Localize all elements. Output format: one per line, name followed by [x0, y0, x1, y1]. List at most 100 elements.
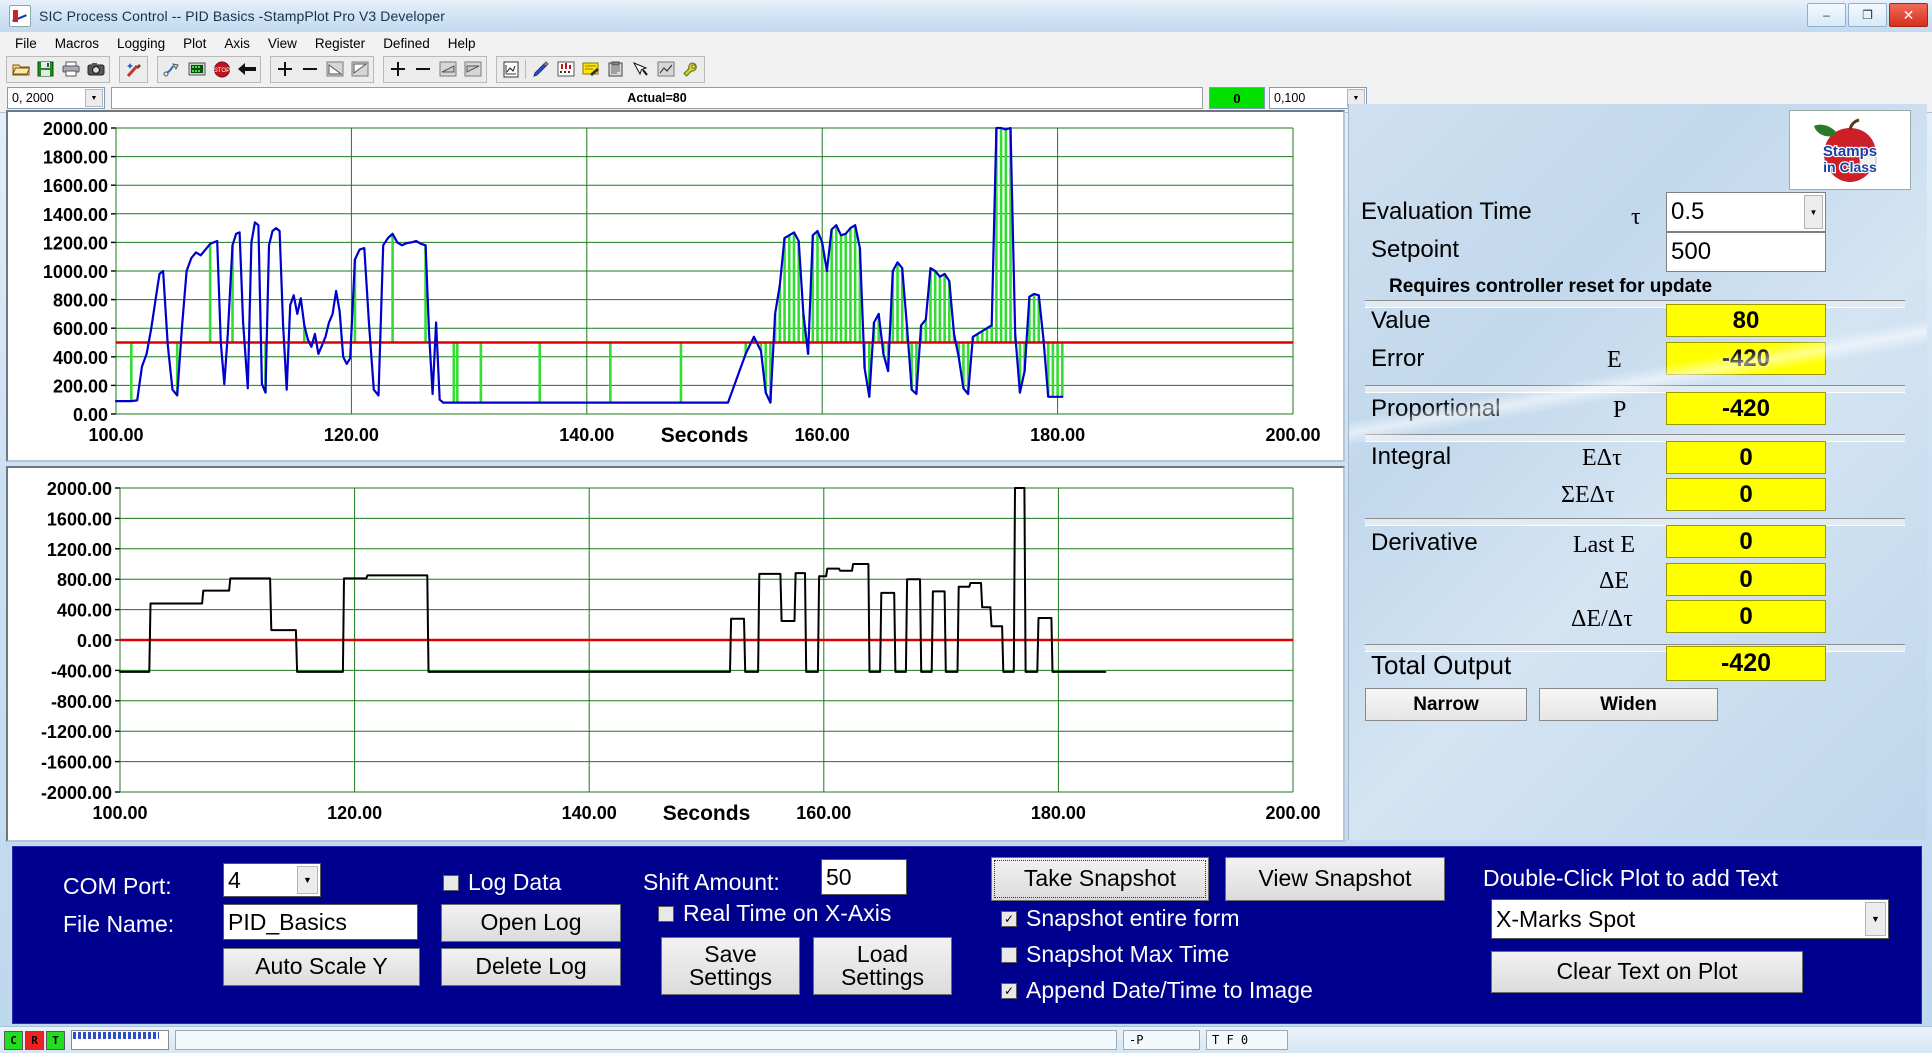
plus-icon[interactable] [272, 57, 297, 81]
toolbar-group-connect: STOP [157, 55, 261, 83]
app-icon [9, 5, 31, 27]
pointer-icon[interactable] [628, 57, 653, 81]
print-icon[interactable] [58, 57, 83, 81]
shift-right-icon[interactable] [460, 57, 485, 81]
svg-text:600.00: 600.00 [53, 319, 108, 339]
load-settings-button[interactable]: Load Settings [813, 937, 952, 995]
derivative-readout-3: 0 [1666, 600, 1826, 633]
menu-macros[interactable]: Macros [46, 34, 108, 53]
actual-readout: Actual=80 [111, 87, 1203, 109]
svg-text:120.00: 120.00 [324, 425, 379, 445]
close-button[interactable]: ✕ [1889, 3, 1928, 27]
wrench-icon[interactable] [678, 57, 703, 81]
menu-help[interactable]: Help [439, 34, 485, 53]
narrow-button[interactable]: Narrow [1365, 688, 1527, 721]
svg-text:120.00: 120.00 [327, 803, 382, 823]
real-time-checkbox[interactable]: Real Time on X-Axis [658, 900, 891, 927]
svg-text:180.00: 180.00 [1031, 803, 1086, 823]
maximize-button[interactable]: ❐ [1848, 3, 1887, 27]
terminal-icon[interactable] [184, 57, 209, 81]
integral-symbol-2: ΣEΔτ [1561, 482, 1615, 508]
camera-icon[interactable] [83, 57, 108, 81]
menu-axis[interactable]: Axis [215, 34, 259, 53]
real-time-label: Real Time on X-Axis [683, 900, 892, 926]
process-value-plot[interactable]: 0.00 200.00 400.00 600.00 800.00 1000.00 1200.… [6, 110, 1345, 462]
open-icon[interactable] [8, 57, 33, 81]
svg-text:200.00: 200.00 [1265, 425, 1320, 445]
setpoint-label: Setpoint [1371, 236, 1460, 263]
controller-output-plot[interactable]: -2000.00 -1600.00 -1200.00 -800.00 -400.00 0.… [6, 466, 1345, 842]
menu-defined[interactable]: Defined [374, 34, 439, 53]
chevron-down-icon[interactable]: ▼ [1865, 902, 1886, 936]
notes-icon[interactable] [578, 57, 603, 81]
wand-icon[interactable] [121, 57, 146, 81]
delete-log-button[interactable]: Delete Log [441, 948, 621, 986]
clear-text-button[interactable]: Clear Text on Plot [1491, 951, 1803, 993]
trend-icon[interactable] [653, 57, 678, 81]
svg-text:160.00: 160.00 [795, 425, 850, 445]
menu-view[interactable]: View [259, 34, 306, 53]
auto-scale-y-button[interactable]: Auto Scale Y [223, 948, 420, 986]
pid-parameters-panel: Stamps in Class Evaluation Time τ 0.5 ▼ … [1348, 104, 1927, 840]
clipboard-icon[interactable] [603, 57, 628, 81]
svg-text:1600.00: 1600.00 [47, 509, 112, 529]
chevron-down-icon[interactable]: ▼ [1804, 195, 1823, 229]
view-snapshot-button[interactable]: View Snapshot [1225, 857, 1445, 901]
open-log-button[interactable]: Open Log [441, 904, 621, 942]
text-mode-select[interactable]: X-Marks Spot ▼ [1491, 899, 1889, 939]
status-message [175, 1030, 1117, 1050]
marks-icon[interactable] [553, 57, 578, 81]
minimize-button[interactable]: – [1807, 3, 1846, 27]
toolbar-group-file [6, 55, 110, 83]
plus2-icon[interactable] [385, 57, 410, 81]
derivative-readout-1: 0 [1666, 525, 1826, 558]
menu-file[interactable]: File [6, 34, 46, 53]
chevron-down-icon[interactable]: ▼ [85, 89, 103, 107]
stamps-in-class-logo: Stamps in Class [1789, 110, 1911, 190]
file-name-value: PID_Basics [228, 908, 347, 935]
menu-logging[interactable]: Logging [108, 34, 174, 53]
load-settings-line1: Load [856, 940, 909, 967]
shift-amount-input[interactable]: 50 [821, 859, 907, 895]
save-settings-button[interactable]: Save Settings [661, 937, 800, 995]
reset-note: Requires controller reset for update [1389, 276, 1713, 297]
menu-plot[interactable]: Plot [174, 34, 215, 53]
widen-button[interactable]: Widen [1539, 688, 1718, 721]
value-readout: 80 [1666, 304, 1826, 337]
title-bar: SIC Process Control -- PID Basics -Stamp… [0, 0, 1932, 33]
pen-icon[interactable] [528, 57, 553, 81]
snapshot-max-time-checkbox[interactable]: Snapshot Max Time [1001, 941, 1229, 968]
eval-time-input[interactable]: 0.5 ▼ [1666, 192, 1826, 232]
svg-text:1000.00: 1000.00 [43, 262, 108, 282]
svg-text:1200.00: 1200.00 [47, 540, 112, 560]
connect-icon[interactable] [159, 57, 184, 81]
append-datetime-checkbox[interactable]: ✓ Append Date/Time to Image [1001, 977, 1313, 1004]
shift-left-icon[interactable] [435, 57, 460, 81]
stop-icon[interactable]: STOP [209, 57, 234, 81]
log-data-checkbox[interactable]: Log Data [443, 869, 561, 896]
graph-icon[interactable] [498, 57, 523, 81]
file-name-input[interactable]: PID_Basics [223, 904, 418, 940]
svg-text:-800.00: -800.00 [51, 692, 112, 712]
derivative-symbol-3: ΔE/Δτ [1571, 606, 1633, 632]
toolbar-group-tools [496, 55, 705, 83]
led-transmit: T [46, 1030, 65, 1050]
svg-text:800.00: 800.00 [53, 291, 108, 311]
chevron-down-icon[interactable]: ▼ [297, 866, 318, 894]
checkbox-box [1001, 946, 1017, 963]
svg-text:200.00: 200.00 [53, 376, 108, 396]
minus-icon[interactable] [297, 57, 322, 81]
y-range-combo[interactable]: 0, 2000 ▼ [7, 87, 105, 109]
setpoint-input[interactable]: 500 [1666, 232, 1826, 272]
minus2-icon[interactable] [410, 57, 435, 81]
scale-down-icon[interactable] [347, 57, 372, 81]
menu-register[interactable]: Register [306, 34, 374, 53]
snapshot-entire-form-checkbox[interactable]: ✓ Snapshot entire form [1001, 905, 1240, 932]
derivative-symbol-2: ΔE [1599, 568, 1630, 594]
take-snapshot-button[interactable]: Take Snapshot [991, 857, 1209, 901]
back-arrow-icon[interactable] [234, 57, 259, 81]
com-port-select[interactable]: 4 ▼ [223, 863, 321, 897]
file-name-label: File Name: [63, 911, 175, 937]
save-icon[interactable] [33, 57, 58, 81]
scale-up-icon[interactable] [322, 57, 347, 81]
